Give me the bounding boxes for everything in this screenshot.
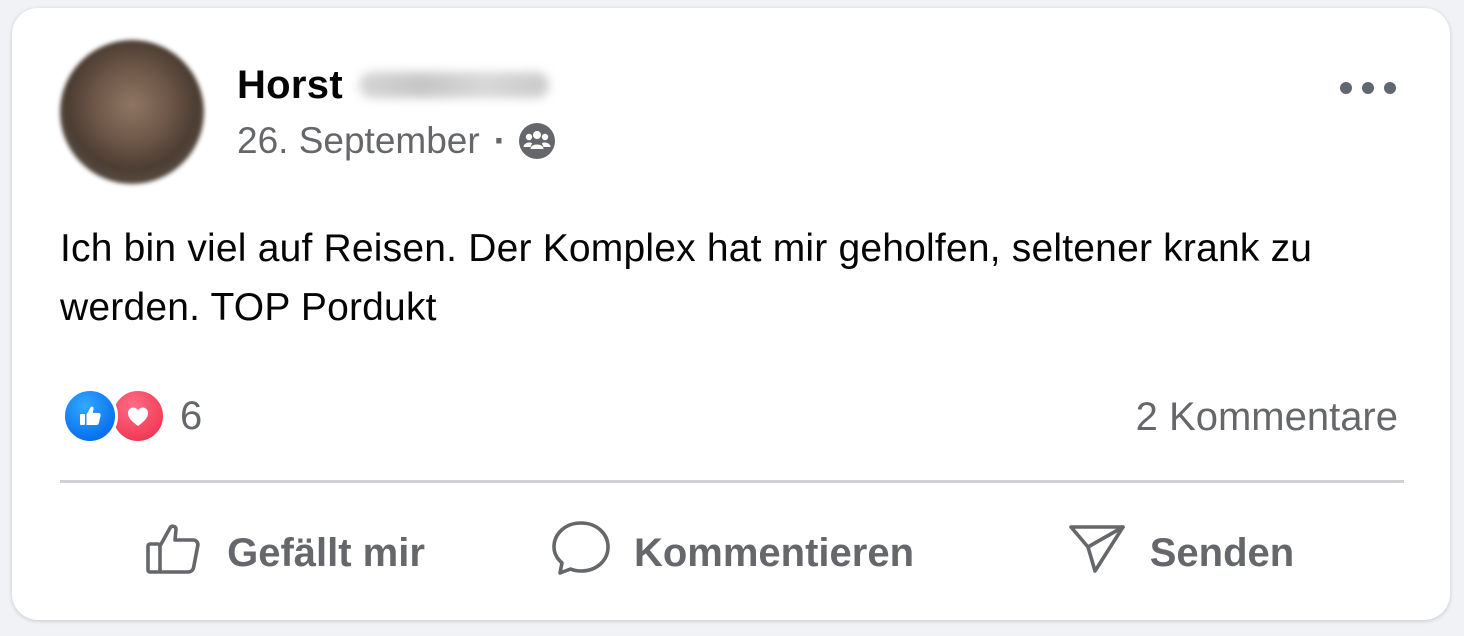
avatar[interactable] [60,40,204,184]
post-date[interactable]: 26. September [237,120,480,162]
post-meta: 26. September · [237,119,556,163]
like-button-label: Gefällt mir [227,530,425,575]
friends-icon[interactable] [518,122,556,160]
reaction-count: 6 [180,393,203,438]
send-button-label: Senden [1149,530,1295,575]
like-button[interactable]: Gefällt mir [60,517,508,589]
author-row: Horst [237,60,549,110]
reactions-summary[interactable]: 6 [62,388,202,444]
meta-separator: · [493,119,507,161]
author-surname-blurred [358,72,549,98]
love-icon [110,388,166,444]
send-button[interactable]: Senden [956,517,1404,589]
author-name[interactable]: Horst [237,63,343,108]
comments-count[interactable]: 2 Kommentare [1136,389,1398,445]
post-text: Ich bin viel auf Reisen. Der Komplex hat… [60,227,1313,329]
divider [60,480,1404,483]
comment-button-label: Kommentieren [633,530,915,575]
post-card: Horst 26. September · Ich bin viel auf R… [12,8,1450,620]
send-icon [1066,517,1150,589]
thumbs-up-icon [143,517,227,589]
action-bar: Gefällt mir Kommentieren Senden [60,513,1404,593]
comment-button[interactable]: Kommentieren [508,517,956,589]
like-icon [62,388,118,444]
more-horizontal-icon[interactable] [1340,72,1396,104]
comment-icon [550,517,634,589]
